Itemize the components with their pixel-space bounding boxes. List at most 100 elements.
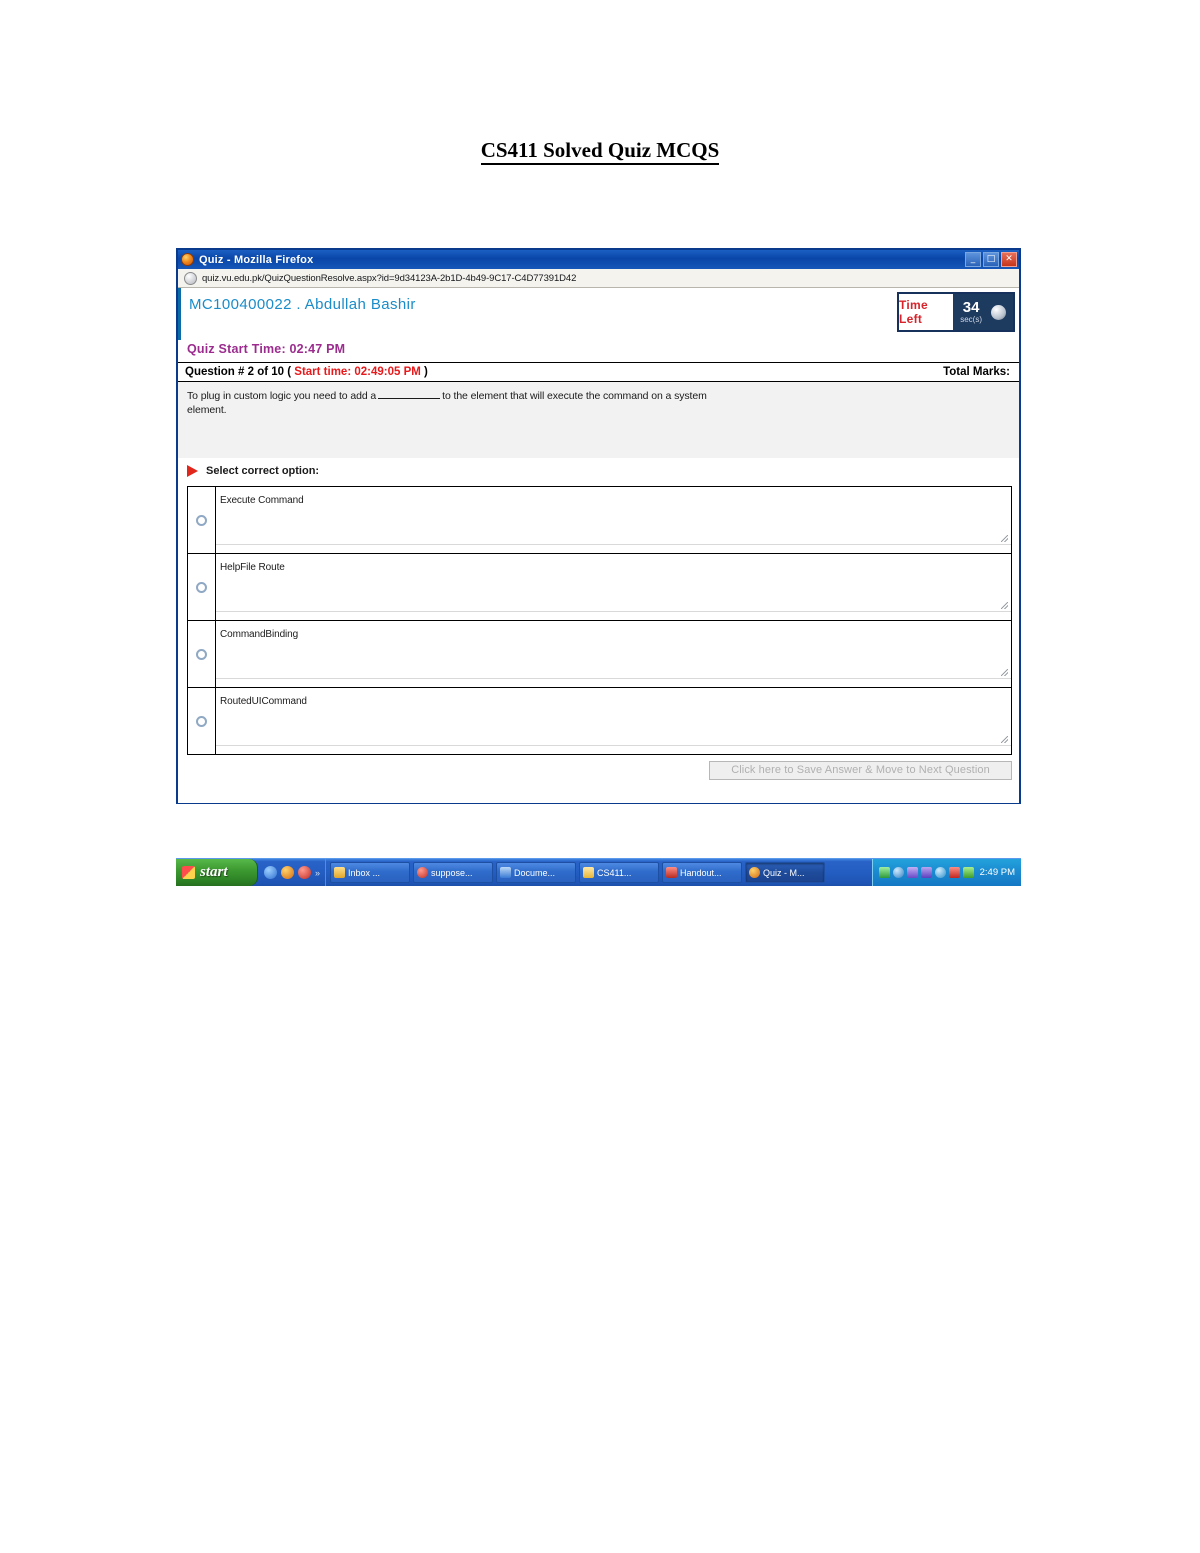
url-text: quiz.vu.edu.pk/QuizQuestionResolve.aspx?…	[202, 272, 577, 284]
windows-flag-icon	[182, 866, 195, 879]
select-option-row: Select correct option:	[178, 458, 1019, 484]
taskbar-item-label: Inbox ...	[348, 867, 381, 878]
option-text-cell: HelpFile Route	[216, 554, 1011, 620]
start-button-label: start	[200, 864, 228, 880]
quiz-page-content: MC100400022 . Abdullah Bashir Time Left …	[178, 288, 1019, 803]
resize-grip-icon[interactable]	[1001, 602, 1008, 609]
question-text-part3: element.	[187, 404, 227, 416]
option-divider	[216, 544, 1011, 545]
option-label: HelpFile Route	[220, 562, 285, 573]
option-row[interactable]: CommandBinding	[188, 621, 1011, 688]
option-divider	[216, 678, 1011, 679]
question-header: Question # 2 of 10 ( Start time: 02:49:0…	[178, 362, 1019, 382]
question-number: Question # 2 of 10 (	[185, 366, 295, 378]
select-option-label: Select correct option:	[206, 465, 320, 477]
taskbar-item-handouts[interactable]: Handout...	[662, 862, 743, 883]
page-title-text: CS411 Solved Quiz MCQS	[480, 138, 720, 165]
taskbar-item-cs411[interactable]: CS411...	[579, 862, 660, 883]
quick-launch-overflow-icon[interactable]: »	[315, 868, 320, 878]
option-row[interactable]: RoutedUICommand	[188, 688, 1011, 755]
timer-label: Time Left	[899, 298, 928, 326]
student-name: MC100400022 . Abdullah Bashir	[189, 296, 416, 313]
radio-button-icon[interactable]	[196, 581, 207, 593]
taskbar-item-suppose[interactable]: suppose...	[413, 862, 494, 883]
taskbar-item-label: suppose...	[431, 867, 473, 878]
option-label: Execute Command	[220, 495, 304, 506]
taskbar-item-label: Handout...	[680, 867, 722, 878]
battery-icon[interactable]	[962, 867, 974, 878]
update-icon[interactable]	[934, 867, 946, 878]
taskbar-item-label: Docume...	[514, 867, 556, 878]
pdf-icon	[666, 867, 678, 878]
option-label: CommandBinding	[220, 629, 299, 640]
shield-icon[interactable]	[906, 867, 918, 878]
radio-button-icon[interactable]	[196, 514, 207, 526]
network-icon[interactable]	[878, 867, 890, 878]
blank-underline	[378, 389, 441, 399]
browser-window: Quiz - Mozilla Firefox _ □ ✕ quiz.vu.edu…	[176, 248, 1021, 804]
option-radio-cell[interactable]	[188, 621, 216, 687]
question-text-part2: to the element that will execute the com…	[442, 390, 707, 402]
question-text-part1: To plug in custom logic you need to add …	[187, 390, 377, 402]
question-start-time: Start time: 02:49:05 PM	[294, 366, 421, 378]
radio-button-icon[interactable]	[196, 648, 207, 660]
tray-clock[interactable]: 2:49 PM	[980, 867, 1015, 878]
firefox-icon[interactable]	[281, 866, 294, 879]
quiz-start-time: Quiz Start Time: 02:47 PM	[187, 342, 346, 356]
student-header-row: MC100400022 . Abdullah Bashir Time Left …	[178, 288, 1019, 340]
timer-value-box: 34 sec(s)	[952, 294, 1013, 330]
taskbar-item-label: CS411...	[597, 867, 632, 878]
browser-title-bar: Quiz - Mozilla Firefox _ □ ✕	[178, 250, 1019, 269]
opera-icon	[417, 867, 429, 878]
timer-unit: sec(s)	[960, 315, 983, 324]
total-marks-label: Total Marks:	[943, 366, 1010, 378]
clock-icon	[990, 304, 1006, 320]
question-number-row: Question # 2 of 10 ( Start time: 02:49:0…	[185, 366, 943, 378]
messenger-icon[interactable]	[920, 867, 932, 878]
close-button[interactable]: ✕	[1001, 252, 1017, 267]
option-divider	[216, 745, 1011, 746]
opera-icon[interactable]	[298, 866, 311, 879]
globe-icon	[184, 271, 197, 285]
timer-seconds: 34	[962, 299, 980, 316]
maximize-button[interactable]: □	[983, 252, 999, 267]
question-text: To plug in custom logic you need to add …	[187, 389, 1009, 417]
volume-icon[interactable]	[892, 867, 904, 878]
address-bar[interactable]: quiz.vu.edu.pk/QuizQuestionResolve.aspx?…	[178, 269, 1019, 288]
save-answer-next-question-button[interactable]: Click here to Save Answer & Move to Next…	[709, 761, 1012, 780]
resize-grip-icon[interactable]	[1001, 535, 1008, 542]
taskbar-item-quiz[interactable]: Quiz - M...	[745, 862, 826, 883]
option-text-cell: CommandBinding	[216, 621, 1011, 687]
taskbar-item-label: Quiz - M...	[763, 867, 805, 878]
option-radio-cell[interactable]	[188, 554, 216, 620]
resize-grip-icon[interactable]	[1001, 669, 1008, 676]
resize-grip-icon[interactable]	[1001, 736, 1008, 743]
option-radio-cell[interactable]	[188, 688, 216, 754]
taskbar-items: Inbox ... suppose... Docume... CS411... …	[326, 859, 872, 886]
option-text-cell: RoutedUICommand	[216, 688, 1011, 754]
radio-button-icon[interactable]	[196, 715, 207, 727]
window-title: Quiz - Mozilla Firefox	[199, 253, 314, 266]
taskbar-item-inbox[interactable]: Inbox ...	[330, 862, 411, 883]
quick-launch-bar: »	[258, 859, 327, 886]
minimize-button[interactable]: _	[965, 252, 981, 267]
option-row[interactable]: HelpFile Route	[188, 554, 1011, 621]
antivirus-icon[interactable]	[948, 867, 960, 878]
quiz-start-time-row: Quiz Start Time: 02:47 PM	[178, 340, 1019, 362]
option-divider	[216, 611, 1011, 612]
timer-box: Time Left 34 sec(s)	[897, 292, 1015, 332]
firefox-icon	[749, 867, 761, 878]
folder-icon	[583, 867, 595, 878]
taskbar-item-document[interactable]: Docume...	[496, 862, 577, 883]
internet-explorer-icon[interactable]	[264, 866, 277, 879]
option-row[interactable]: Execute Command	[188, 487, 1011, 554]
timer-digits: 34 sec(s)	[960, 300, 982, 324]
option-radio-cell[interactable]	[188, 487, 216, 553]
option-label: RoutedUICommand	[220, 696, 307, 707]
window-controls: _ □ ✕	[965, 252, 1017, 267]
start-button[interactable]: start	[176, 859, 258, 886]
red-arrow-icon	[187, 465, 198, 477]
word-doc-icon	[500, 867, 512, 878]
page-title: CS411 Solved Quiz MCQS	[0, 138, 1200, 165]
firefox-icon	[181, 253, 194, 266]
